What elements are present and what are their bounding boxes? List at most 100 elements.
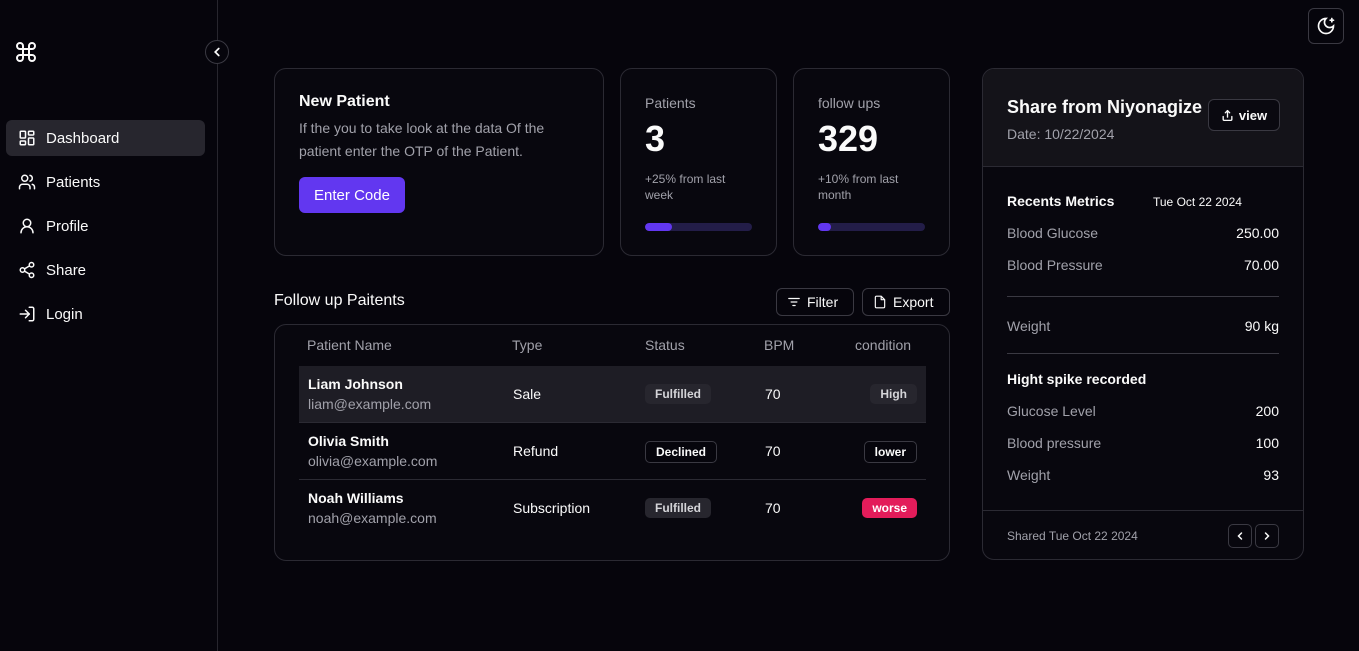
shared-date: Shared Tue Oct 22 2024 xyxy=(1007,529,1138,543)
new-patient-description: If the you to take look at the data Of t… xyxy=(299,120,545,159)
theme-toggle-button[interactable] xyxy=(1308,8,1344,44)
divider xyxy=(1007,353,1279,354)
users-icon xyxy=(18,174,36,190)
table-row[interactable]: Liam Johnson liam@example.com Sale Fulfi… xyxy=(299,366,926,423)
status-badge: Fulfilled xyxy=(645,498,711,518)
user-icon xyxy=(20,218,34,234)
upload-icon xyxy=(1222,109,1233,121)
column-header-status: Status xyxy=(645,337,685,353)
metric-value: 250.00 xyxy=(1236,225,1279,241)
filter-icon xyxy=(788,297,800,307)
metric-row: Weight 90 kg xyxy=(1007,318,1279,334)
metric-value: 100 xyxy=(1255,435,1279,451)
metric-label: Blood Pressure xyxy=(1007,257,1103,273)
table-row[interactable]: Noah Williams noah@example.com Subscript… xyxy=(299,480,926,537)
patient-bpm: 70 xyxy=(765,500,781,516)
stat-value: 3 xyxy=(645,118,666,159)
stat-progress-fill xyxy=(645,223,672,231)
sidebar-item-label: Share xyxy=(46,261,87,279)
stat-label: follow ups xyxy=(818,95,881,111)
command-logo-icon[interactable] xyxy=(14,40,38,64)
export-button[interactable]: Export xyxy=(862,288,950,316)
patients-stat-card: Patients 3 +25% from last week xyxy=(620,68,777,256)
collapse-sidebar-button[interactable] xyxy=(205,40,229,64)
column-header-condition: condition xyxy=(855,337,912,353)
stat-progress-bar xyxy=(818,223,925,231)
column-header-bpm: BPM xyxy=(764,337,795,353)
new-patient-card: New Patient If the you to take look at t… xyxy=(274,68,604,256)
patient-email: liam@example.com xyxy=(308,396,432,412)
sidebar-item-dashboard[interactable]: Dashboard xyxy=(6,120,205,156)
sidebar-item-label: Profile xyxy=(46,217,89,235)
moon-icon xyxy=(1317,17,1335,35)
patient-type: Subscription xyxy=(513,500,591,516)
export-label: Export xyxy=(893,294,934,310)
sidebar-item-label: Dashboard xyxy=(46,129,120,147)
chevron-left-icon xyxy=(1237,532,1243,540)
patient-name: Liam Johnson xyxy=(308,376,403,392)
sidebar-item-login[interactable]: Login xyxy=(6,296,205,332)
stat-progress-fill xyxy=(818,223,831,231)
follow-up-title: Follow up Paitents xyxy=(274,292,405,309)
enter-code-button[interactable]: Enter Code xyxy=(299,177,405,213)
metric-row: Blood Pressure 70.00 xyxy=(1007,257,1279,273)
patient-bpm: 70 xyxy=(765,443,781,459)
metric-row: Glucose Level 200 xyxy=(1007,403,1279,419)
patient-email: olivia@example.com xyxy=(308,453,438,469)
metric-label: Blood pressure xyxy=(1007,435,1102,451)
spike-title: Hight spike recorded xyxy=(1007,371,1147,387)
view-label: view xyxy=(1238,107,1268,123)
next-button[interactable] xyxy=(1255,524,1279,548)
new-patient-title: New Patient xyxy=(299,93,390,110)
metric-value: 200 xyxy=(1255,403,1279,419)
patient-type: Refund xyxy=(513,443,559,459)
stat-change: +25% from last week xyxy=(645,172,726,202)
metric-label: Blood Glucose xyxy=(1007,225,1099,241)
metric-row: Blood pressure 100 xyxy=(1007,435,1279,451)
metric-value: 70.00 xyxy=(1243,257,1279,273)
metric-label: Weight xyxy=(1007,318,1051,334)
status-badge: Fulfilled xyxy=(645,384,711,404)
filter-button[interactable]: Filter xyxy=(776,288,854,316)
metric-value: 93 xyxy=(1263,467,1279,483)
condition-badge: worse xyxy=(862,498,917,518)
sidebar: Dashboard Patients Profile Share Login xyxy=(0,0,218,651)
column-header-type: Type xyxy=(512,337,543,353)
login-icon xyxy=(19,306,35,322)
patient-email: noah@example.com xyxy=(308,510,437,526)
condition-badge: lower xyxy=(863,441,917,463)
patient-name: Noah Williams xyxy=(308,490,404,506)
chevron-left-icon xyxy=(214,47,220,57)
stat-label: Patients xyxy=(645,95,696,111)
follow-up-table: Patient Name Type Status BPM condition L… xyxy=(274,324,950,561)
sidebar-item-patients[interactable]: Patients xyxy=(6,164,205,200)
sidebar-nav: Dashboard Patients Profile Share Login xyxy=(6,120,205,340)
metric-value: 90 kg xyxy=(1244,318,1279,334)
metric-row: Weight 93 xyxy=(1007,467,1279,483)
stat-progress-bar xyxy=(645,223,752,231)
metric-label: Glucose Level xyxy=(1007,403,1096,419)
follow-ups-stat-card: follow ups 329 +10% from last month xyxy=(793,68,950,256)
metric-label: Weight xyxy=(1007,467,1051,483)
table-row[interactable]: Olivia Smith olivia@example.com Refund D… xyxy=(299,423,926,480)
patient-name: Olivia Smith xyxy=(308,433,389,449)
share-card: Share from Niyonagize Date: 10/22/2024 v… xyxy=(982,68,1304,560)
sidebar-item-label: Login xyxy=(46,305,83,323)
filter-label: Filter xyxy=(807,294,839,310)
divider xyxy=(1007,296,1279,297)
patient-bpm: 70 xyxy=(765,386,781,402)
sidebar-item-profile[interactable]: Profile xyxy=(6,208,205,244)
share-footer: Shared Tue Oct 22 2024 xyxy=(983,510,1303,559)
patient-type: Sale xyxy=(513,386,542,402)
sidebar-item-share[interactable]: Share xyxy=(6,252,205,288)
stat-value: 329 xyxy=(818,118,879,159)
share-icon xyxy=(19,261,35,279)
file-icon xyxy=(874,295,886,309)
view-button[interactable]: view xyxy=(1208,99,1280,131)
sidebar-item-label: Patients xyxy=(46,173,101,191)
chevron-right-icon xyxy=(1264,532,1270,540)
previous-button[interactable] xyxy=(1228,524,1252,548)
stat-change: +10% from last month xyxy=(818,172,899,202)
condition-badge: High xyxy=(870,384,917,404)
recent-metrics-title: Recents Metrics xyxy=(1007,193,1115,209)
